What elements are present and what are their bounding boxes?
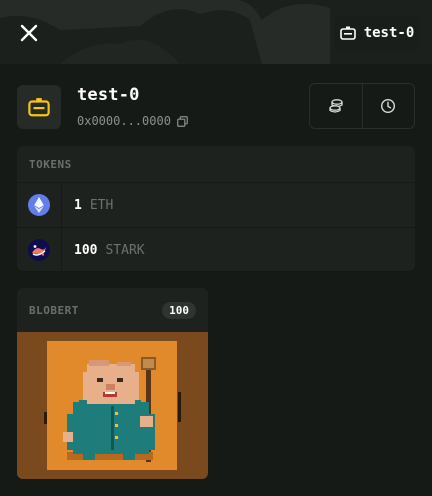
coins-icon bbox=[329, 99, 343, 113]
address-row: 0x0000...0000 bbox=[77, 114, 188, 128]
token-row-eth[interactable]: 1 ETH bbox=[17, 182, 415, 227]
token-icon-cell bbox=[17, 228, 62, 271]
header-actions bbox=[309, 83, 415, 129]
token-row-stark[interactable]: 100 STARK bbox=[17, 227, 415, 271]
tokens-panel: TOKENS 1 ETH 100 STARK bbox=[17, 146, 415, 271]
token-symbol: ETH bbox=[89, 197, 114, 213]
page-title: test-0 bbox=[77, 85, 140, 105]
clock-icon bbox=[381, 98, 396, 114]
blobert-image bbox=[17, 332, 208, 479]
account-label: test-0 bbox=[363, 25, 415, 41]
token-amount: 100 bbox=[74, 242, 98, 258]
ethereum-icon bbox=[28, 194, 50, 216]
account-header: test-0 0x0000...0000 bbox=[17, 83, 415, 129]
starknet-icon bbox=[28, 239, 50, 261]
token-amount: 1 bbox=[74, 197, 82, 213]
token-symbol: STARK bbox=[105, 242, 145, 258]
card-header: BLOBERT 100 bbox=[17, 288, 208, 332]
account-address: 0x0000...0000 bbox=[77, 114, 171, 128]
coins-button[interactable] bbox=[310, 84, 362, 128]
close-icon bbox=[20, 24, 38, 42]
close-button[interactable] bbox=[12, 16, 46, 50]
copy-address-button[interactable] bbox=[177, 115, 188, 127]
collectible-card-blobert[interactable]: BLOBERT 100 bbox=[17, 288, 208, 479]
top-bar: test-0 bbox=[0, 0, 432, 64]
token-icon-cell bbox=[17, 183, 62, 227]
avatar bbox=[17, 85, 61, 129]
robot-icon bbox=[28, 98, 50, 117]
copy-icon bbox=[177, 115, 188, 127]
collection-title: BLOBERT bbox=[29, 303, 79, 317]
history-button[interactable] bbox=[361, 84, 415, 128]
robot-icon bbox=[339, 26, 356, 40]
account-button[interactable]: test-0 bbox=[334, 15, 420, 51]
collection-count-badge: 100 bbox=[162, 301, 196, 319]
tokens-heading: TOKENS bbox=[29, 157, 72, 171]
